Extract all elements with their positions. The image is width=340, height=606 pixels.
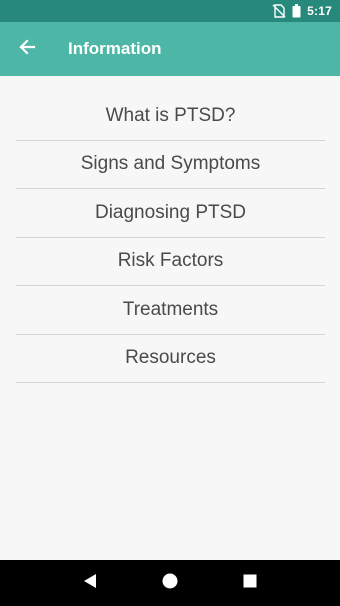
menu-item-label: Diagnosing PTSD	[94, 201, 247, 223]
screen: 5:17 Information What is PTSD? Signs and…	[0, 0, 340, 606]
menu-list: What is PTSD? Signs and Symptoms Diagnos…	[16, 92, 325, 383]
menu-item-label: What is PTSD?	[105, 104, 236, 126]
recents-square-icon	[243, 574, 257, 593]
menu-item-label: Resources	[125, 347, 216, 369]
battery-icon	[292, 4, 301, 18]
menu-item-label: Signs and Symptoms	[80, 153, 261, 175]
menu-item-treatments[interactable]: Treatments	[16, 286, 325, 335]
navigation-bar	[0, 560, 340, 606]
nav-recents-button[interactable]	[230, 563, 270, 603]
nav-home-button[interactable]	[150, 563, 190, 603]
status-time: 5:17	[307, 4, 332, 18]
status-bar: 5:17	[0, 0, 340, 22]
app-bar: Information	[0, 22, 340, 76]
menu-item-label: Risk Factors	[117, 250, 224, 272]
nav-back-button[interactable]	[70, 563, 110, 603]
home-circle-icon	[162, 573, 178, 594]
page-title: Information	[68, 39, 162, 58]
arrow-back-icon	[18, 38, 36, 61]
menu-item-signs-and-symptoms[interactable]: Signs and Symptoms	[16, 141, 325, 189]
menu-item-resources[interactable]: Resources	[16, 335, 325, 383]
menu-item-label: Treatments	[122, 298, 219, 320]
no-sim-icon	[272, 4, 286, 18]
menu-item-risk-factors[interactable]: Risk Factors	[16, 238, 325, 286]
menu-item-diagnosing-ptsd[interactable]: Diagnosing PTSD	[16, 189, 325, 238]
back-button[interactable]	[0, 22, 54, 76]
back-triangle-icon	[83, 573, 97, 594]
menu-item-what-is-ptsd[interactable]: What is PTSD?	[16, 92, 325, 141]
